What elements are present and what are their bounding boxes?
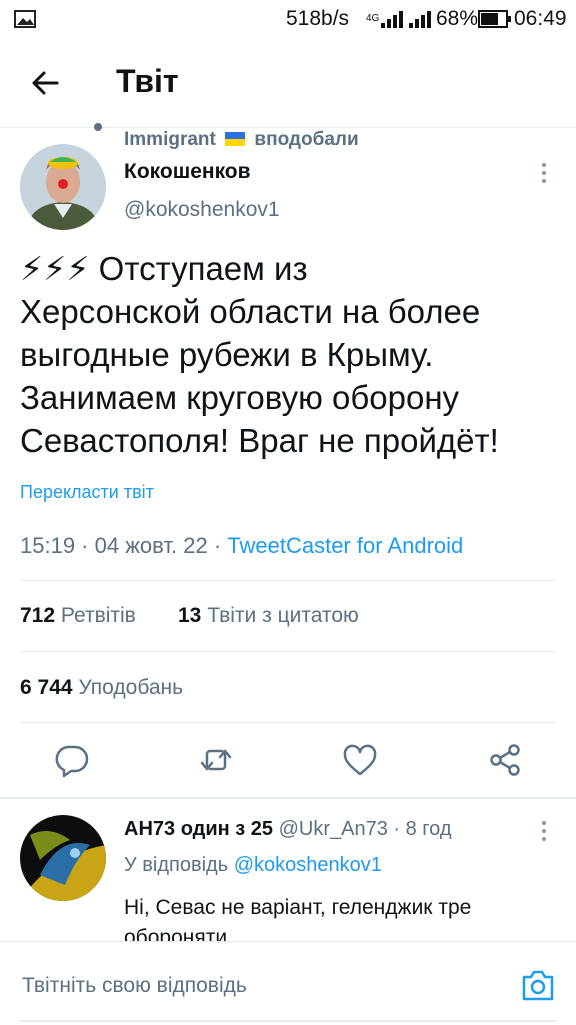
tweet-source-link[interactable]: TweetCaster for Android <box>227 533 463 558</box>
retweets-count: 712 <box>20 604 56 627</box>
tweet-text: ⚡⚡⚡ Отступаем из Херсонской области на б… <box>20 247 499 462</box>
likes-count: 6 744 <box>20 676 73 699</box>
tweet-more-icon[interactable] <box>540 160 548 188</box>
tweet-text-line: Херсонской области на более <box>20 293 481 330</box>
tweet-text-line: ⚡⚡⚡ Отступаем из <box>20 250 308 287</box>
divider <box>20 651 556 652</box>
quotes-count: 13 <box>178 604 202 627</box>
reply-text: Ні, Севас не варіант, геленджик тре обор… <box>124 893 471 941</box>
social-context[interactable]: Immigrant вподобали <box>124 129 359 151</box>
author-avatar[interactable] <box>20 144 106 230</box>
replying-to: У відповідь @kokoshenkov1 <box>124 854 382 877</box>
retweet-icon[interactable] <box>198 742 234 778</box>
tweet-text-line: Занимаем круговую оборону <box>20 379 460 416</box>
reply-composer: Твітніть свою відповідь <box>0 941 576 1025</box>
author-name[interactable]: Кокошенков <box>124 160 251 184</box>
signal-sim2-icon <box>409 11 431 28</box>
avatar-image <box>20 144 106 230</box>
reply-header: АН73 один з 25 @Ukr_An73 · 8 год <box>124 818 452 840</box>
tweet-text-line: Севастополя! Враг не пройдёт! <box>20 422 499 459</box>
tweet-timestamp: 15:19 · 04 жовт. 22 · TweetCaster for An… <box>20 533 464 558</box>
back-arrow-icon[interactable] <box>30 68 60 98</box>
composer-underline <box>20 1020 556 1022</box>
page-title: Твіт <box>116 63 179 99</box>
reply-time: 8 год <box>405 818 452 840</box>
reply-text-line: Ні, Севас не варіант, геленджик тре <box>124 896 472 919</box>
reply-text-line: обороняти... <box>124 926 245 941</box>
avatar-image <box>20 815 106 901</box>
network-speed: 518b/s <box>286 7 350 30</box>
tweet-time: 15:19 <box>20 533 76 558</box>
retweets-label: Ретвітів <box>60 604 136 627</box>
like-context-icon <box>94 123 102 131</box>
translate-tweet-link[interactable]: Перекласти твіт <box>20 482 154 503</box>
divider <box>0 797 576 799</box>
replying-to-handle[interactable]: @kokoshenkov1 <box>234 854 382 876</box>
social-context-user: Immigrant <box>124 129 216 150</box>
battery-icon <box>478 10 511 28</box>
status-bar: 518b/s 4G 68% 06:49 <box>0 0 576 38</box>
reply-icon[interactable] <box>54 742 90 778</box>
reply-more-icon[interactable] <box>540 818 548 846</box>
quotes-stat[interactable]: 13 Твіти з цитатою <box>178 604 359 628</box>
social-context-action: вподобали <box>254 129 359 150</box>
reply-input[interactable]: Твітніть свою відповідь <box>22 974 247 998</box>
reply-author-name[interactable]: АН73 один з 25 <box>124 818 273 840</box>
replying-to-label: У відповідь <box>124 854 229 876</box>
reply-author-avatar[interactable] <box>20 815 106 901</box>
divider <box>20 580 556 581</box>
signal-icon <box>381 11 403 28</box>
divider <box>20 722 556 723</box>
author-handle[interactable]: @kokoshenkov1 <box>124 198 280 222</box>
network-type: 4G <box>366 13 380 24</box>
likes-label: Уподобань <box>78 676 184 699</box>
share-icon[interactable] <box>487 742 523 778</box>
clock: 06:49 <box>514 7 567 30</box>
likes-stat[interactable]: 6 744 Уподобань <box>20 676 183 700</box>
tweet-date: 04 жовт. 22 <box>94 533 208 558</box>
ukraine-flag-icon <box>225 132 246 146</box>
gallery-notification-icon <box>14 10 36 28</box>
quotes-label: Твіти з цитатою <box>207 604 359 627</box>
reply-author-handle[interactable]: @Ukr_An73 <box>279 818 388 840</box>
camera-icon[interactable] <box>520 968 556 1002</box>
retweets-stat[interactable]: 712 Ретвітів <box>20 604 136 628</box>
header-divider <box>0 127 576 128</box>
heart-icon[interactable] <box>342 743 378 779</box>
battery-percent: 68% <box>436 7 479 30</box>
tweet-text-line: выгодные рубежи в Крыму. <box>20 336 434 373</box>
